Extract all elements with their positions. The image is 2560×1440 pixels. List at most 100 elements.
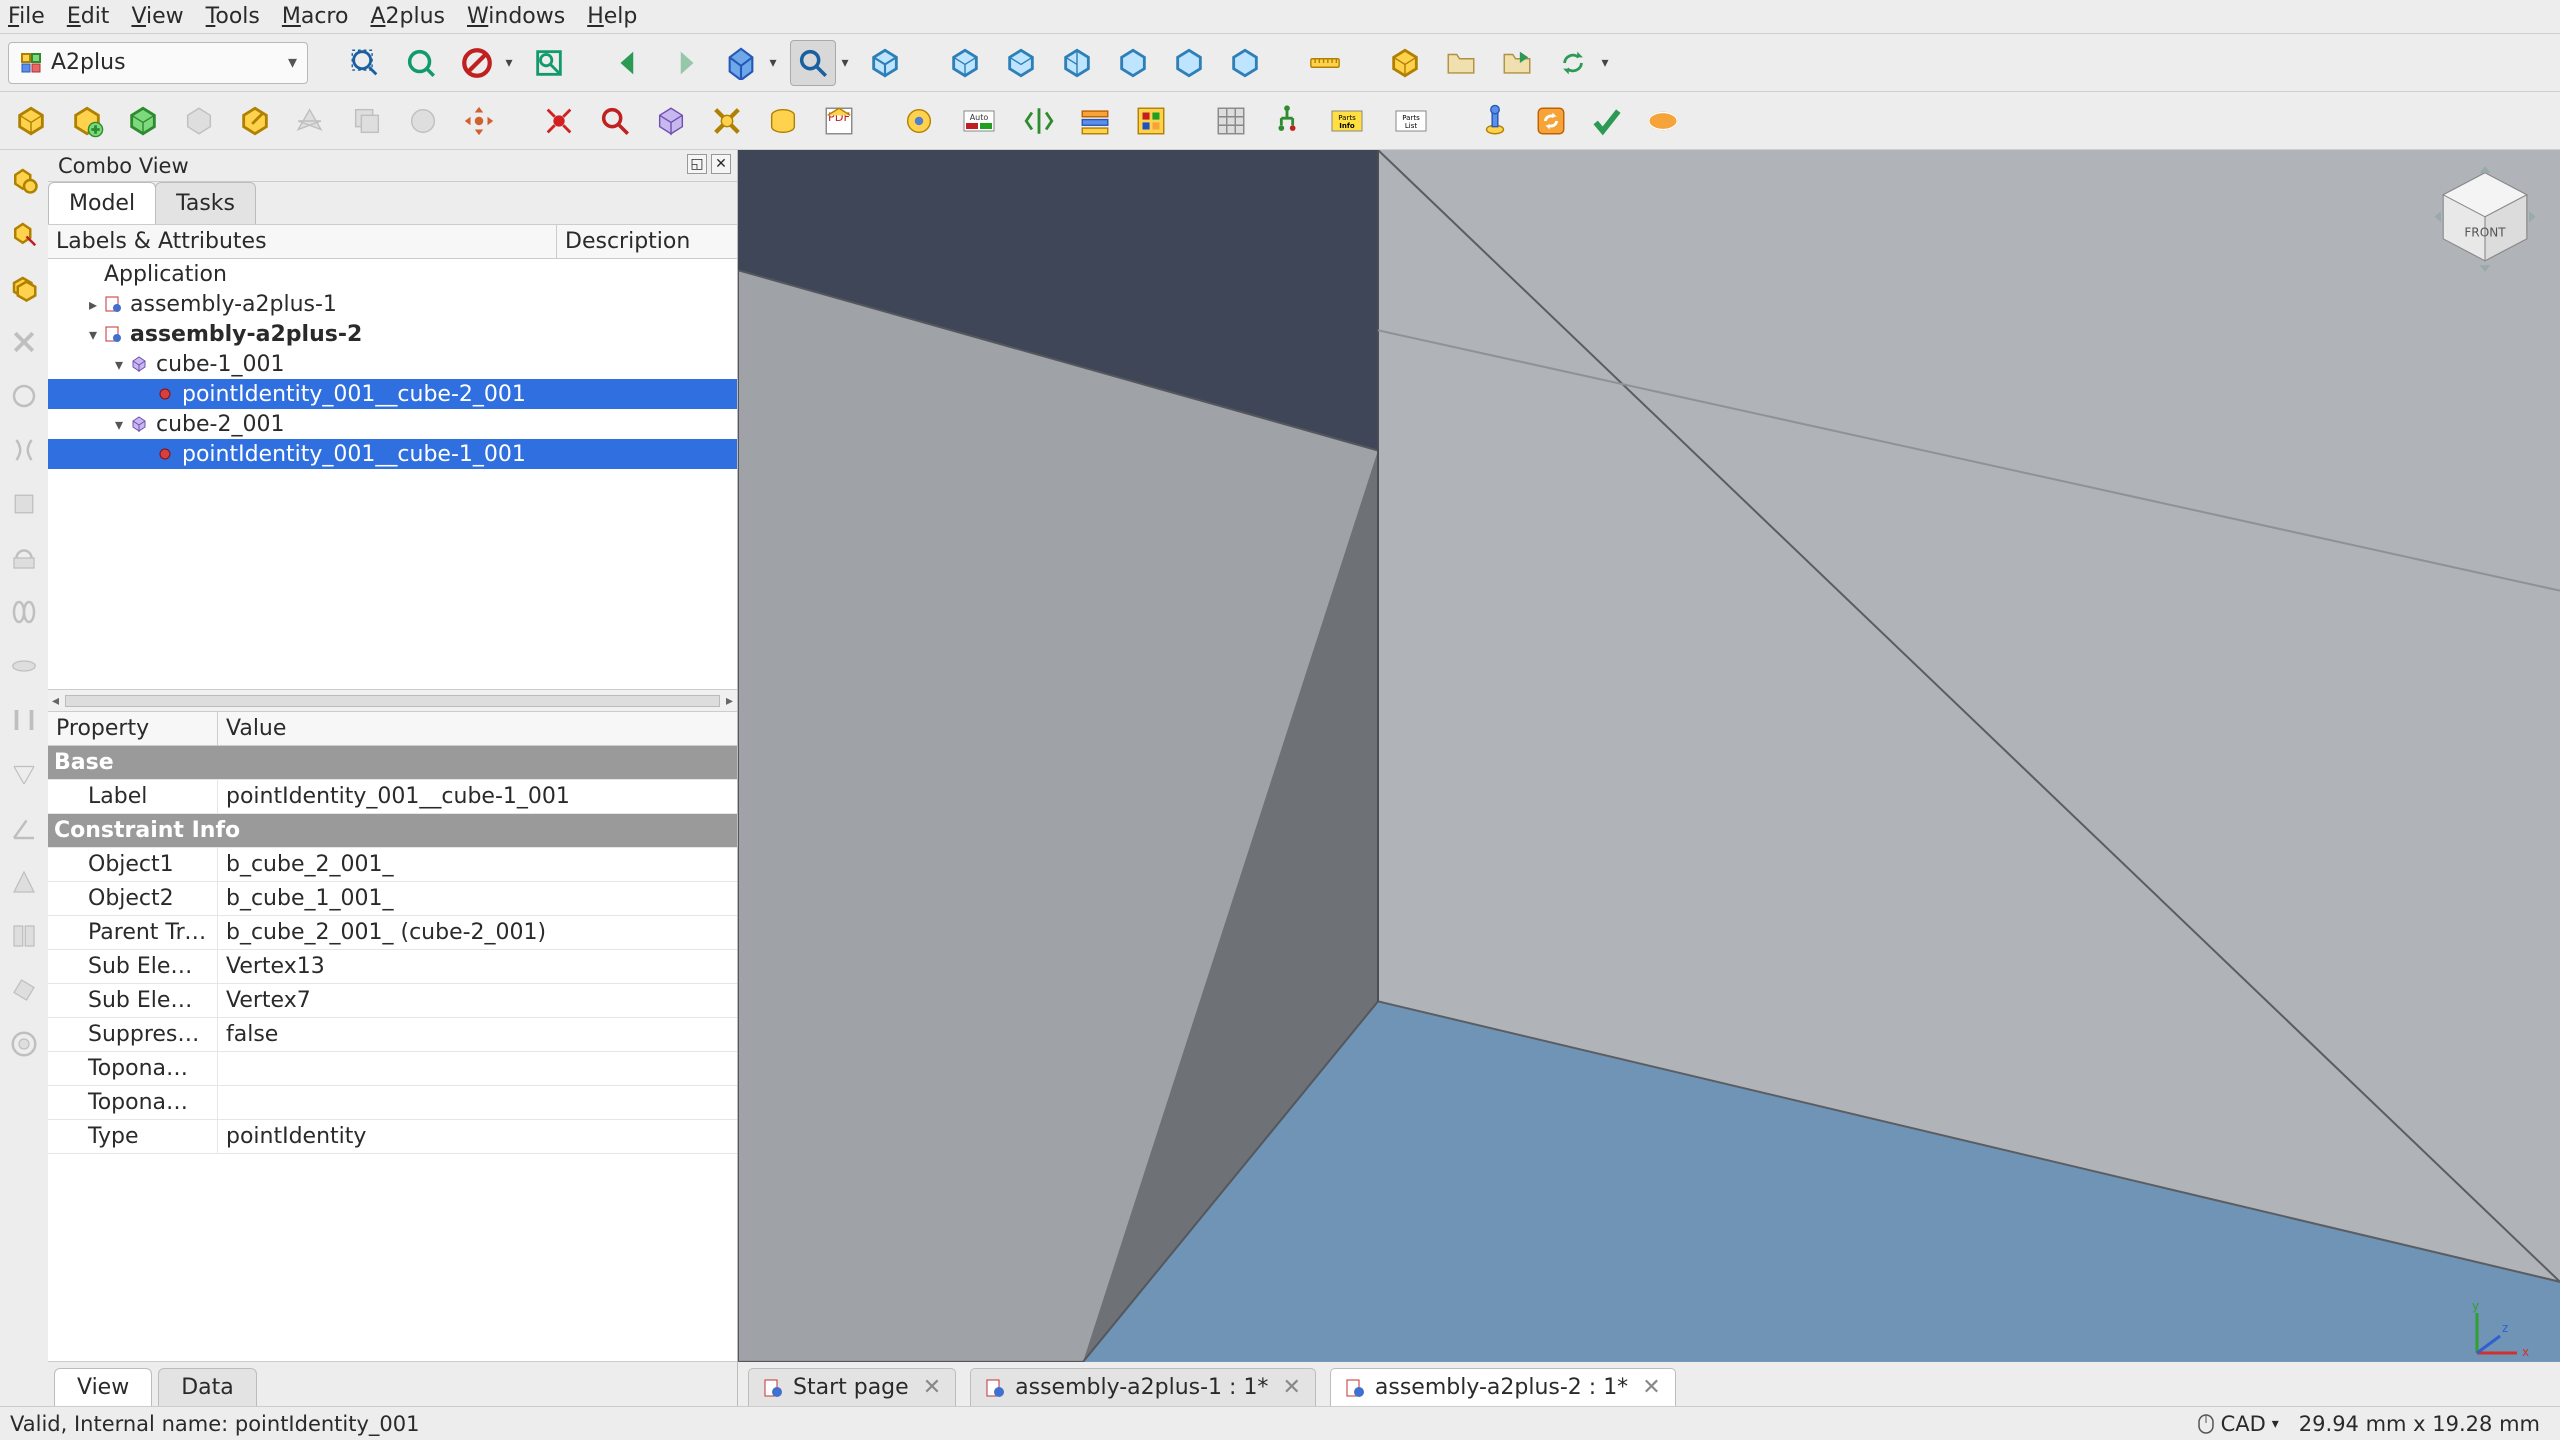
zoom-mode-button[interactable] <box>790 40 836 86</box>
property-value[interactable]: b_cube_1_001_ <box>218 882 737 915</box>
fit-all-button[interactable] <box>342 40 388 86</box>
tree-header-labels[interactable]: Labels & Attributes <box>48 225 557 258</box>
workbench-selector[interactable]: A2plus ▾ <box>8 42 308 84</box>
undock-icon[interactable]: ◱ <box>687 154 707 174</box>
a2p-clear-button[interactable] <box>1640 98 1686 144</box>
a2p-partsinfo-button[interactable]: PartsInfo <box>1320 98 1374 144</box>
property-value[interactable] <box>218 1099 737 1107</box>
property-value[interactable]: Vertex13 <box>218 950 737 983</box>
menu-help[interactable]: Help <box>587 4 637 29</box>
a2p-isolate-button[interactable] <box>648 98 694 144</box>
property-row[interactable]: Object2b_cube_1_001_ <box>48 882 737 916</box>
a2p-repair-button[interactable] <box>1528 98 1574 144</box>
expand-toggle[interactable]: ▾ <box>110 355 128 374</box>
property-value[interactable]: b_cube_2_001_ (cube-2_001) <box>218 916 737 949</box>
document-tab[interactable]: assembly-a2plus-2 : 1*✕ <box>1330 1368 1676 1406</box>
property-value[interactable]: pointIdentity_001__cube-1_001 <box>218 780 737 813</box>
expand-toggle[interactable]: ▾ <box>110 415 128 434</box>
open-file-button[interactable] <box>1438 40 1484 86</box>
menu-windows[interactable]: Windows <box>467 4 565 29</box>
a2p-treeview-button[interactable] <box>1264 98 1310 144</box>
view-top-button[interactable] <box>998 40 1044 86</box>
constraint-point-on-line-button[interactable] <box>4 214 44 254</box>
link-nav-button[interactable] <box>718 40 764 86</box>
menu-edit[interactable]: Edit <box>67 4 110 29</box>
tree-row[interactable]: ▾assembly-a2plus-2 <box>48 319 737 349</box>
tree-row[interactable]: ▾cube-1_001 <box>48 349 737 379</box>
measure-button[interactable] <box>1302 40 1348 86</box>
document-tab[interactable]: assembly-a2plus-1 : 1*✕ <box>970 1368 1316 1406</box>
constraint-edit-button[interactable] <box>4 970 44 1010</box>
property-value[interactable]: false <box>218 1018 737 1051</box>
a2p-toggle-autosolve-button[interactable] <box>1128 98 1174 144</box>
property-row[interactable]: Toponame1 <box>48 1052 737 1086</box>
property-value[interactable] <box>218 1065 737 1073</box>
constraint-lock-button[interactable] <box>4 1024 44 1064</box>
export-button[interactable] <box>1494 40 1540 86</box>
view-rear-button[interactable] <box>1110 40 1156 86</box>
constraint-axis-coinc-button[interactable] <box>4 592 44 632</box>
a2p-axis-button[interactable] <box>1072 98 1118 144</box>
a2p-update-parts-button[interactable] <box>120 98 166 144</box>
property-row[interactable]: Sub Elem…Vertex13 <box>48 950 737 984</box>
property-row[interactable]: LabelpointIdentity_001__cube-1_001 <box>48 780 737 814</box>
tree-row[interactable]: ▸assembly-a2plus-1 <box>48 289 737 319</box>
property-row[interactable]: TypepointIdentity <box>48 1120 737 1154</box>
a2p-grid1-button[interactable] <box>1208 98 1254 144</box>
tree-row[interactable]: pointIdentity_001__cube-2_001 <box>48 379 737 409</box>
chevron-down-icon[interactable]: ▾ <box>838 40 852 86</box>
tree-header-description[interactable]: Description <box>557 225 737 258</box>
constraint-axis-button[interactable] <box>4 430 44 470</box>
close-icon[interactable]: ✕ <box>923 1375 941 1400</box>
constraint-plane-angle-button[interactable] <box>4 808 44 848</box>
sync-button[interactable] <box>1550 40 1596 86</box>
tree-row[interactable]: ▾cube-2_001 <box>48 409 737 439</box>
a2p-view-connections-button[interactable] <box>592 98 638 144</box>
menu-file[interactable]: File <box>8 4 45 29</box>
property-value[interactable]: pointIdentity <box>218 1120 737 1153</box>
a2p-autosolve-button[interactable]: Auto <box>952 98 1006 144</box>
chevron-down-icon[interactable]: ▾ <box>502 40 516 86</box>
constraint-angled-button[interactable] <box>4 646 44 686</box>
tab-view[interactable]: View <box>54 1368 152 1406</box>
property-row[interactable]: Object1b_cube_2_001_ <box>48 848 737 882</box>
constraint-sphere-button[interactable] <box>4 322 44 362</box>
a2p-dof-button[interactable]: PDF <box>816 98 862 144</box>
a2p-duplicate-button[interactable] <box>176 98 222 144</box>
close-icon[interactable]: ✕ <box>1282 1375 1300 1400</box>
tab-data[interactable]: Data <box>158 1368 257 1406</box>
constraint-point-identity-button[interactable] <box>4 160 44 200</box>
a2p-add-shape-button[interactable] <box>64 98 110 144</box>
menu-tools[interactable]: Tools <box>206 4 260 29</box>
menu-a2plus[interactable]: A2plus <box>370 4 445 29</box>
constraint-circular-button[interactable] <box>4 376 44 416</box>
constraint-point-on-plane-button[interactable] <box>4 268 44 308</box>
tree-row[interactable]: Application <box>48 259 737 289</box>
constraint-multiparallel-button[interactable] <box>4 916 44 956</box>
model-tree[interactable]: Application▸assembly-a2plus-1▾assembly-a… <box>48 259 737 689</box>
constraint-axis-parallel-button[interactable] <box>4 538 44 578</box>
constraint-planes-parallel-button[interactable] <box>4 484 44 524</box>
nav-forward-button[interactable] <box>662 40 708 86</box>
a2p-save-button[interactable] <box>288 98 334 144</box>
property-value[interactable]: Vertex7 <box>218 984 737 1017</box>
document-tab[interactable]: Start page✕ <box>748 1368 956 1406</box>
tree-scrollbar[interactable]: ◂▸ <box>48 689 737 711</box>
tree-row[interactable]: pointIdentity_001__cube-1_001 <box>48 439 737 469</box>
view-left-button[interactable] <box>1222 40 1268 86</box>
a2p-show-hierarchy-button[interactable] <box>760 98 806 144</box>
nav-back-button[interactable] <box>606 40 652 86</box>
a2p-solve-button[interactable] <box>896 98 942 144</box>
property-header-property[interactable]: Property <box>48 712 218 745</box>
bounding-box-button[interactable] <box>526 40 572 86</box>
expand-toggle[interactable]: ▸ <box>84 295 102 314</box>
property-header-value[interactable]: Value <box>218 712 294 745</box>
property-row[interactable]: Sub Elem…Vertex7 <box>48 984 737 1018</box>
view-front-button[interactable] <box>942 40 988 86</box>
menu-view[interactable]: View <box>131 4 183 29</box>
a2p-copy-button[interactable] <box>344 98 390 144</box>
fit-selection-button[interactable] <box>398 40 444 86</box>
chevron-down-icon[interactable]: ▾ <box>1598 40 1612 86</box>
a2p-check-button[interactable] <box>1584 98 1630 144</box>
property-value[interactable]: b_cube_2_001_ <box>218 848 737 881</box>
